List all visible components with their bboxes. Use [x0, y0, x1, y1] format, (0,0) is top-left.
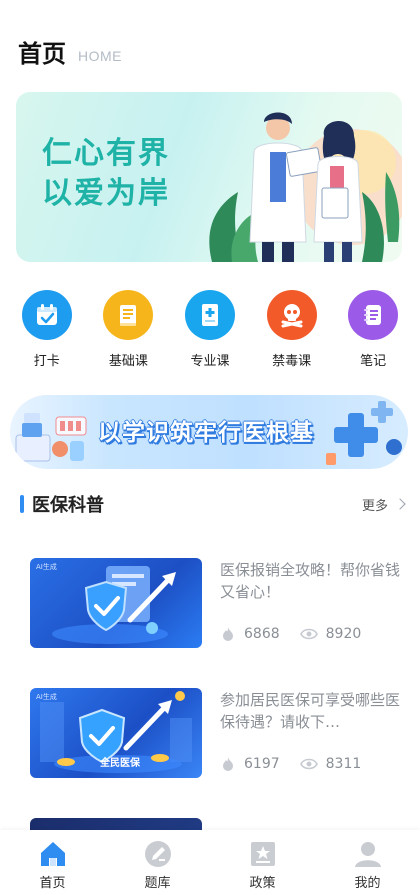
menu-item-drug-prevention[interactable]: 禁毒课: [257, 290, 327, 369]
article-body: 参加居民医保可享受哪些医保待遇？请收下… 6197 8311: [220, 688, 402, 778]
home-icon: [40, 842, 65, 866]
thumb-tag: AI生成: [36, 563, 57, 571]
like-count-value: 8311: [325, 756, 362, 772]
page-subtitle: HOME: [78, 48, 122, 64]
slogan-text: 以学识筑牢行医根基: [98, 420, 314, 446]
pen-icon: [144, 841, 171, 867]
slogan-banner[interactable]: 以学识筑牢行医根基: [10, 395, 408, 469]
section-title: 医保科普: [32, 495, 104, 516]
tab-policy[interactable]: 政策: [228, 840, 298, 891]
calendar-check-icon: [21, 290, 72, 340]
article-item[interactable]: AI生成 医保报销全攻略！帮你省钱又省心！ 6868 8920: [30, 558, 402, 648]
article-stats: 6197 8311: [220, 756, 361, 772]
chevron-right-icon: [394, 498, 406, 510]
menu-label: 禁毒课: [272, 354, 312, 369]
view-count: 6868: [220, 626, 280, 642]
page-header: 首页 HOME: [18, 30, 122, 70]
menu-label: 打卡: [33, 354, 60, 369]
article-thumbnail: AI生成 全民医保: [30, 688, 202, 778]
more-link[interactable]: 更多: [361, 495, 406, 514]
tab-label: 政策: [249, 876, 276, 891]
article-thumbnail: AI生成: [30, 558, 202, 648]
quick-menu: 打卡 基础课 专业课 禁毒课 笔记: [0, 290, 420, 369]
hero-line-2: 以爱为岸: [42, 176, 170, 211]
view-count-value: 6197: [244, 756, 280, 772]
section-accent-bar: [20, 495, 24, 513]
medical-cross-illustration: [326, 401, 402, 465]
eye-icon: [299, 628, 318, 640]
menu-label: 基础课: [108, 354, 148, 369]
menu-label: 专业课: [190, 354, 230, 369]
menu-item-basic-course[interactable]: 基础课: [93, 290, 163, 369]
more-label: 更多: [361, 498, 388, 514]
tab-home[interactable]: 首页: [18, 840, 88, 891]
bottom-tab-bar: 首页 题库 政策 我的: [0, 830, 420, 895]
hero-line-1: 仁心有界: [42, 136, 170, 171]
document-icon: [103, 290, 154, 340]
hero-banner[interactable]: 仁心有界 以爱为岸: [16, 92, 402, 262]
flame-icon: [223, 757, 233, 771]
thumb-tag: AI生成: [36, 693, 57, 701]
tab-profile[interactable]: 我的: [333, 840, 403, 891]
tab-label: 题库: [144, 876, 171, 891]
page-title: 首页: [18, 40, 66, 68]
eye-icon: [299, 758, 318, 770]
view-count-value: 6868: [244, 626, 280, 642]
article-item[interactable]: AI生成 全民医保 参加居民医保可享受哪些医保待遇？请收下… 6197 8311: [30, 688, 402, 778]
section-header: 医保科普 更多: [20, 490, 406, 518]
flame-icon: [223, 627, 233, 641]
thumb-caption: 全民医保: [100, 758, 140, 769]
like-count: 8920: [299, 626, 362, 642]
article-body: 医保报销全攻略！帮你省钱又省心！ 6868 8920: [220, 558, 402, 648]
tab-label: 首页: [39, 876, 66, 891]
tab-question-bank[interactable]: 题库: [123, 840, 193, 891]
menu-label: 笔记: [360, 354, 387, 369]
article-title: 医保报销全攻略！帮你省钱又省心！: [220, 561, 401, 601]
menu-item-checkin[interactable]: 打卡: [12, 290, 82, 369]
user-icon: [354, 842, 381, 867]
doctors-illustration: [209, 112, 402, 262]
like-count: 8311: [299, 756, 362, 772]
menu-item-professional-course[interactable]: 专业课: [175, 290, 245, 369]
medicine-shelf-illustration: [15, 413, 87, 462]
notebook-icon: [348, 290, 399, 340]
skull-crossbones-icon: [266, 290, 317, 340]
article-title: 参加居民医保可享受哪些医保待遇？请收下…: [220, 691, 401, 731]
medical-file-icon: [184, 290, 235, 340]
tab-label: 我的: [354, 876, 381, 891]
like-count-value: 8920: [325, 626, 362, 642]
article-stats: 6868 8920: [220, 626, 361, 642]
view-count: 6197: [220, 756, 280, 772]
menu-item-notes[interactable]: 笔记: [338, 290, 408, 369]
policy-icon: [250, 842, 275, 866]
